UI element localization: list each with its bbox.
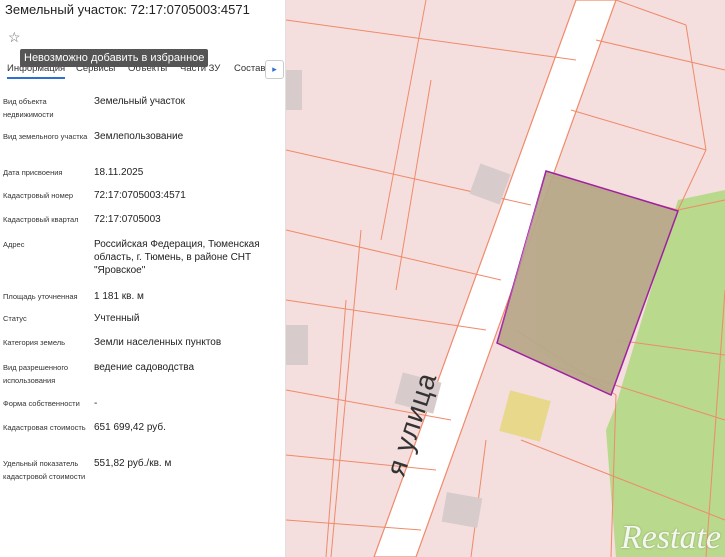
row-label: Статус (3, 314, 27, 323)
tabs-next-button[interactable]: ▸ (265, 60, 284, 79)
row-value: Учтенный (94, 313, 140, 324)
row-value: 651 699,42 руб. (94, 422, 166, 433)
cadastral-map[interactable]: я улица Restate (286, 0, 725, 557)
row-value: 72:17:0705003:4571 (94, 190, 186, 201)
row-value: ведение садоводства (94, 362, 195, 373)
row-label: Адрес (3, 240, 25, 249)
row-label: Кадастровая стоимость (3, 423, 86, 432)
row-label: Вид объекта недвижимости (3, 97, 54, 119)
row-value: - (94, 398, 98, 409)
row-value: Российская Федерация, Тюменская область,… (94, 239, 260, 276)
row-value: 1 181 кв. м (94, 291, 144, 302)
row-label: Вид земельного участка (3, 132, 88, 141)
row-label: Дата присвоения (3, 168, 63, 177)
row-value: 18.11.2025 (94, 167, 144, 178)
row-label: Форма собственности (3, 399, 80, 408)
row-value: Землепользование (94, 131, 184, 142)
building (441, 492, 483, 528)
row-label: Площадь уточненная (3, 292, 78, 301)
row-label: Кадастровый номер (3, 191, 74, 200)
info-panel: Земельный участок: 72:17:0705003:4571 ☆ … (0, 0, 286, 557)
building (499, 390, 551, 442)
row-label: Кадастровый квартал (3, 215, 79, 224)
row-value: Земли населенных пунктов (94, 337, 222, 348)
row-value: 551,82 руб./кв. м (94, 458, 172, 469)
star-icon[interactable]: ☆ (8, 29, 21, 46)
building (286, 70, 302, 110)
page-title: Земельный участок: 72:17:0705003:4571 (5, 2, 250, 17)
row-label: Удельный показатель кадастровой стоимост… (3, 459, 86, 481)
row-label: Вид разрешенного использования (3, 363, 69, 385)
building (286, 325, 308, 365)
row-value: 72:17:0705003 (94, 214, 161, 225)
row-label: Категория земель (3, 338, 66, 347)
row-value: Земельный участок (94, 96, 186, 107)
watermark-logo: Restate (620, 519, 721, 556)
tab-composition[interactable]: Состав (234, 63, 265, 74)
favorite-tooltip: Невозможно добавить в избранное (20, 49, 209, 67)
map-canvas (286, 0, 725, 557)
